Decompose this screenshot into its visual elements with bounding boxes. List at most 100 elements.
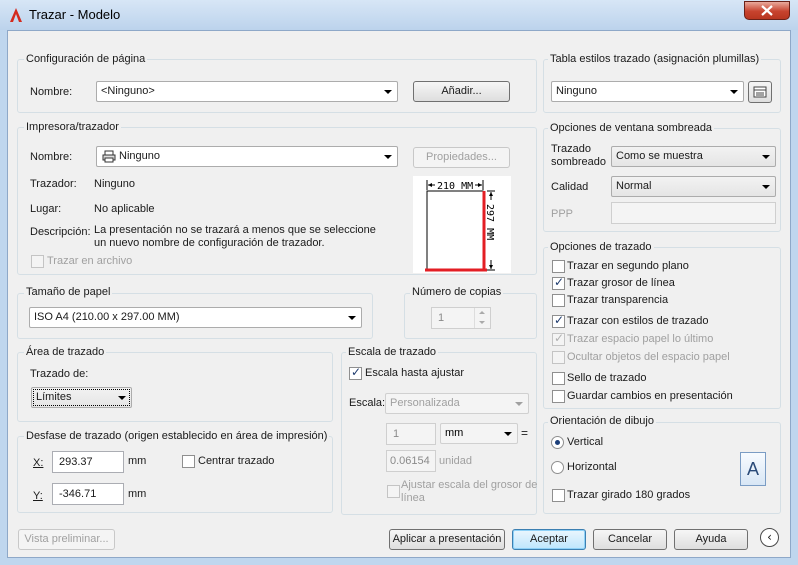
scale-lineweights-line-2: línea (401, 492, 425, 504)
edit-plot-style-button[interactable] (748, 81, 772, 103)
plot-option-checkbox[interactable] (552, 331, 565, 346)
dpi-input[interactable] (611, 202, 776, 224)
plot-option-label: Trazar espacio papel lo último (567, 333, 714, 345)
quality-dropdown[interactable]: Normal (611, 176, 776, 197)
plot-option-label: Trazar con estilos de trazado (567, 315, 709, 327)
spin-up-icon (479, 311, 485, 314)
quality-label: Calidad (551, 181, 589, 193)
chevron-down-icon (384, 155, 392, 159)
description-line-2: un nuevo nombre de configuración de traz… (94, 237, 325, 249)
portrait-radio[interactable] (551, 436, 564, 449)
shaded-viewport-label: Opciones de ventana sombreada (548, 122, 715, 134)
plot-what-dropdown[interactable]: Límites (31, 387, 132, 408)
printer-properties-button[interactable]: Propiedades... (413, 147, 510, 168)
plotter-label: Trazador: (30, 178, 77, 190)
paper-size-value: ISO A4 (210.00 x 297.00 MM) (34, 311, 180, 323)
window-title: Trazar - Modelo (29, 7, 121, 22)
plot-option-label: Guardar cambios en presentación (567, 390, 733, 402)
landscape-radio[interactable] (551, 461, 564, 474)
preview-height-label: 297 MM (484, 204, 495, 240)
chevron-down-icon (515, 402, 523, 406)
plot-options-label: Opciones de trazado (548, 241, 654, 253)
offset-y-unit: mm (128, 488, 147, 500)
scale-value2-input[interactable]: 0.06154 (386, 450, 436, 472)
paper-size-dropdown[interactable]: ISO A4 (210.00 x 297.00 MM) (29, 307, 362, 328)
plot-option-checkbox[interactable] (552, 372, 565, 385)
offset-x-unit: mm (128, 455, 147, 467)
collapse-options-button[interactable]: ‹ (760, 528, 779, 547)
where-value: No aplicable (94, 203, 155, 215)
dpi-label: PPP (551, 208, 574, 220)
plot-option-checkbox[interactable] (552, 351, 565, 364)
ok-button[interactable]: Aceptar (512, 529, 586, 550)
printer-name-dropdown[interactable]: Ninguno (96, 146, 398, 167)
scale-unit-value: mm (445, 427, 464, 439)
chevron-down-icon (118, 396, 126, 400)
shade-plot-dropdown[interactable]: Como se muestra (611, 146, 776, 167)
preview-width-label: 210 MM (437, 181, 473, 192)
offset-y-label: Y: (33, 490, 43, 502)
offset-x-input[interactable]: 293.37 (52, 451, 124, 473)
offset-x-label: X: (33, 457, 44, 469)
scale-value1-input[interactable]: 1 (386, 423, 436, 445)
orientation-preview-letter: A (746, 459, 759, 479)
plot-to-file-label: Trazar en archivo (47, 255, 133, 267)
description-line-1: La presentación no se trazará a menos qu… (94, 224, 376, 236)
chevron-down-icon (730, 90, 738, 94)
printer-name-label: Nombre: (30, 151, 73, 163)
scale-unit-label: unidad (439, 455, 473, 467)
plot-option-checkbox[interactable] (552, 260, 565, 273)
plot-option-checkbox[interactable] (552, 294, 565, 307)
chevron-down-icon (384, 90, 392, 94)
center-plot-checkbox[interactable] (182, 455, 195, 468)
shade-plot-value: Como se muestra (616, 150, 703, 162)
plot-option-label: Trazar transparencia (567, 294, 669, 306)
plot-what-label: Trazado de: (30, 368, 89, 380)
plot-scale-label: Escala de trazado (346, 346, 439, 358)
shade-plot-label-2: sombreado (551, 156, 607, 168)
scale-lineweights-line-1: Ajustar escala del grosor de (401, 479, 538, 491)
orientation-preview-icon: A (740, 452, 766, 486)
cancel-button[interactable]: Cancelar (593, 529, 667, 550)
dialog-client: Configuración de página Nombre: <Ninguno… (7, 30, 791, 558)
apply-to-layout-button[interactable]: Aplicar a presentación (389, 529, 505, 550)
scale-dropdown[interactable]: Personalizada (385, 393, 529, 414)
scale-lineweights-checkbox[interactable] (387, 485, 400, 498)
plot-style-table-dropdown[interactable]: Ninguno (551, 81, 744, 102)
preview-button[interactable]: Vista preliminar... (18, 529, 115, 550)
portrait-label: Vertical (567, 436, 604, 448)
chevron-down-icon (504, 432, 512, 436)
paper-preview: 210 MM 297 MM (413, 176, 511, 273)
plot-option-label: Ocultar objetos del espacio papel (567, 351, 730, 363)
plot-style-table-value: Ninguno (556, 85, 597, 97)
plot-option-checkbox[interactable] (552, 275, 565, 290)
copies-spinner[interactable] (474, 308, 490, 328)
spin-down-icon (479, 321, 485, 324)
page-setup-name-dropdown[interactable]: <Ninguno> (96, 81, 398, 102)
plot-option-checkbox[interactable] (552, 390, 565, 403)
landscape-label: Horizontal (567, 461, 617, 473)
plot-to-file-checkbox[interactable] (31, 255, 44, 268)
shade-plot-label-1: Trazado (551, 143, 591, 155)
add-page-setup-button[interactable]: Añadir... (413, 81, 510, 102)
page-setup-name-label: Nombre: (30, 86, 73, 98)
center-plot-label: Centrar trazado (198, 455, 275, 467)
fit-to-paper-checkbox[interactable] (349, 365, 362, 380)
scale-unit-dropdown[interactable]: mm (440, 423, 518, 444)
plot-option-checkbox[interactable] (552, 313, 565, 328)
scale-label: Escala: (349, 397, 386, 409)
close-icon (761, 5, 773, 16)
plot-area-label: Área de trazado (24, 346, 107, 358)
quality-value: Normal (616, 180, 652, 192)
upside-down-checkbox[interactable] (552, 489, 565, 502)
page-setup-name-value: <Ninguno> (101, 85, 155, 97)
offset-y-input[interactable]: -346.71 (52, 483, 124, 505)
plot-option-label: Trazar en segundo plano (567, 260, 689, 272)
close-button[interactable] (744, 1, 790, 20)
chevron-left-icon: ‹ (767, 530, 772, 544)
orientation-label: Orientación de dibujo (548, 415, 656, 427)
copies-label: Número de copias (410, 286, 504, 298)
printer-icon (102, 150, 116, 163)
description-label: Descripción: (30, 226, 91, 238)
help-button[interactable]: Ayuda (674, 529, 748, 550)
